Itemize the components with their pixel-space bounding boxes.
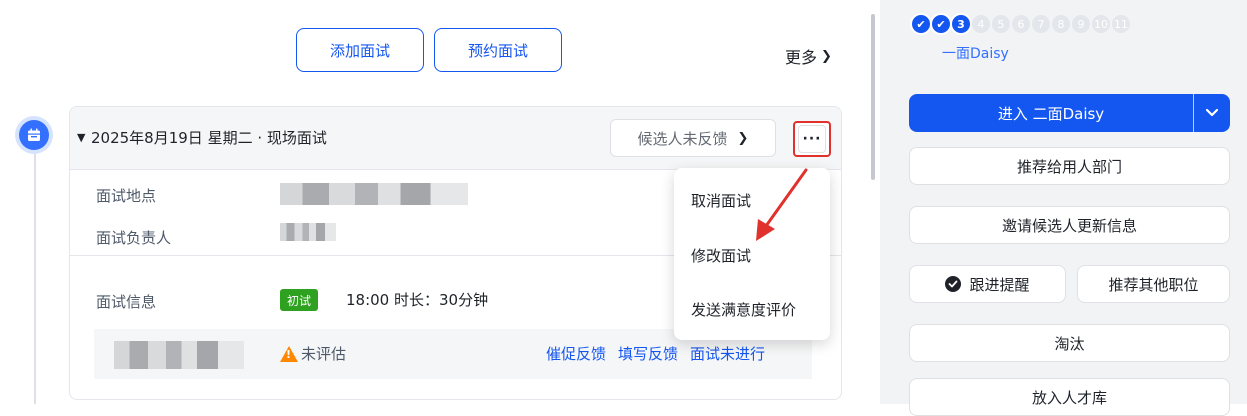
round-tag: 初试	[280, 289, 319, 311]
stage-step[interactable]: 10	[1090, 13, 1112, 35]
more-options-menu: 取消面试 修改面试 发送满意度评价	[674, 168, 830, 340]
owner-label: 面试负责人	[96, 229, 172, 247]
stage-step[interactable]: 9	[1070, 13, 1092, 35]
more-label: 更多	[785, 48, 818, 67]
timeline-line	[34, 152, 36, 404]
follow-up-label: 跟进提醒	[969, 275, 1030, 294]
talent-pool-button[interactable]: 放入人才库	[909, 378, 1230, 416]
owner-value-blurred	[280, 223, 336, 241]
ellipsis-icon: ···	[798, 125, 826, 153]
check-circle-icon	[945, 276, 962, 292]
chevron-down-icon[interactable]	[1194, 94, 1230, 132]
chevron-right-icon: ❯	[821, 48, 832, 64]
enter-next-stage-button[interactable]: 进入 二面Daisy	[909, 94, 1230, 132]
more-options-button[interactable]: ···	[793, 121, 831, 157]
interviewer-blurred	[114, 341, 244, 369]
more-button[interactable]: 更多 ❯	[785, 44, 832, 68]
recommend-dept-button[interactable]: 推荐给用人部门	[909, 147, 1230, 185]
calendar-icon	[19, 120, 49, 150]
stage-step[interactable]: 8	[1050, 13, 1072, 35]
menu-item-satisfaction[interactable]: 发送满意度评价	[691, 299, 796, 320]
evaluation-status: 未评估	[280, 343, 346, 364]
stage-progress: ✔ ✔ 3 4 5 6 7 8 9 10 11	[910, 12, 1132, 36]
stage-step[interactable]: 5	[990, 13, 1012, 35]
stage-step[interactable]: 11	[1110, 13, 1132, 35]
chevron-right-icon: ❯	[737, 130, 749, 146]
invite-update-button[interactable]: 邀请候选人更新信息	[909, 206, 1230, 244]
location-label: 面试地点	[96, 187, 157, 205]
follow-up-button[interactable]: 跟进提醒	[909, 265, 1066, 303]
caret-down-icon[interactable]: ▼	[77, 131, 85, 144]
reject-button[interactable]: 淘汰	[909, 324, 1230, 362]
enter-next-stage-label[interactable]: 进入 二面Daisy	[909, 94, 1193, 132]
stage-step[interactable]: 4	[970, 13, 992, 35]
fill-feedback-link[interactable]: 填写反馈	[618, 343, 678, 364]
recommend-other-button[interactable]: 推荐其他职位	[1077, 265, 1230, 303]
menu-item-cancel[interactable]: 取消面试	[691, 190, 751, 211]
evaluation-actions: 催促反馈 填写反馈 面试未进行	[546, 343, 765, 364]
menu-item-modify[interactable]: 修改面试	[691, 245, 751, 266]
schedule-interview-button[interactable]: 预约面试	[434, 28, 562, 72]
location-value-blurred	[280, 183, 468, 205]
stage-step-current[interactable]: 3	[950, 13, 972, 35]
feedback-status: 候选人未反馈	[637, 129, 728, 148]
warning-icon	[280, 345, 298, 362]
interview-card-header[interactable]: ▼ 2025年8月19日 星期二 · 现场面试 候选人未反馈 ❯ ···	[70, 107, 841, 170]
info-label: 面试信息	[96, 293, 157, 311]
scrollbar[interactable]	[871, 14, 875, 180]
stage-step-done[interactable]: ✔	[910, 13, 932, 35]
interview-time: 18:00 时长：30分钟	[346, 291, 489, 309]
interview-title: 2025年8月19日 星期二 · 现场面试	[91, 129, 327, 147]
stage-step-done[interactable]: ✔	[930, 13, 952, 35]
stage-step[interactable]: 6	[1010, 13, 1032, 35]
not-conducted-link[interactable]: 面试未进行	[690, 343, 765, 364]
recommend-other-label: 推荐其他职位	[1108, 275, 1199, 294]
stage-step[interactable]: 7	[1030, 13, 1052, 35]
urge-feedback-link[interactable]: 催促反馈	[546, 343, 606, 364]
current-stage-label: 一面Daisy	[942, 46, 1009, 62]
add-interview-button[interactable]: 添加面试	[296, 28, 424, 72]
main-panel: 添加面试 预约面试 更多 ❯ ▼ 2025年8月19日 星期二 · 现场面试 候…	[0, 0, 872, 404]
candidate-feedback-button[interactable]: 候选人未反馈 ❯	[610, 119, 776, 157]
eval-status-label: 未评估	[301, 345, 347, 363]
